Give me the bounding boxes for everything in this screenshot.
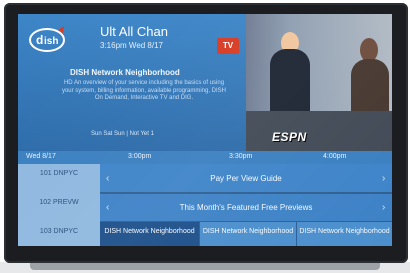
program-cell-selected[interactable]: DISH Network Neighborhood: [100, 222, 199, 246]
picture-in-picture-preview: ESPN: [246, 14, 392, 151]
guide-time-3: 4:00pm: [323, 153, 347, 160]
chevron-right-icon: ›: [382, 202, 386, 213]
chevron-left-icon: ‹: [106, 173, 110, 184]
chevron-right-icon: ›: [382, 173, 386, 184]
chevron-left-icon: ‹: [106, 202, 110, 213]
news-desk: [246, 111, 392, 151]
program-info-panel: d ish Ult All Chan 3:16pm Wed 8/17 TV DI…: [18, 14, 246, 151]
guide-row-pay-per-view[interactable]: 101 DNPYC Pay Per View Guide ‹ ›: [18, 164, 392, 193]
guide-time-1: 3:00pm: [128, 153, 152, 160]
guide-row-free-previews[interactable]: 102 PREVW This Month's Featured Free Pre…: [18, 193, 392, 222]
current-time: 3:16pm Wed 8/17: [100, 41, 164, 50]
tv-rating-badge: TV: [217, 38, 239, 54]
guide-time-header: Wed 8/17 3:00pm 3:30pm 4:00pm: [18, 151, 392, 164]
program-schedule-line: Sun Sat Sun | Not Yet 1: [91, 131, 154, 137]
anchor-left: [270, 49, 310, 119]
channel-label: 102 PREVW: [18, 193, 100, 222]
guide-date: Wed 8/17: [26, 153, 56, 160]
guide-row-neighborhood[interactable]: 103 DNPYC DISH Network Neighborhood DISH…: [18, 222, 392, 246]
svg-text:ish: ish: [44, 36, 58, 47]
program-cell[interactable]: DISH Network Neighborhood: [296, 222, 392, 246]
channel-label: 101 DNPYC: [18, 164, 100, 193]
program-cell[interactable]: DISH Network Neighborhood: [199, 222, 296, 246]
program-cell-free-previews[interactable]: This Month's Featured Free Previews: [100, 193, 392, 222]
tv-screen: d ish Ult All Chan 3:16pm Wed 8/17 TV DI…: [18, 14, 392, 246]
program-description: HD An overview of your service including…: [61, 80, 227, 101]
guide-time-2: 3:30pm: [229, 153, 253, 160]
svg-text:d: d: [36, 33, 43, 47]
channel-label: 103 DNPYC: [18, 222, 100, 246]
program-title: DISH Network Neighborhood: [70, 68, 180, 77]
program-cell-pay-per-view-guide[interactable]: Pay Per View Guide: [100, 164, 392, 193]
espn-logo: ESPN: [272, 130, 307, 144]
television: d ish Ult All Chan 3:16pm Wed 8/17 TV DI…: [0, 0, 410, 273]
dish-logo-icon: d ish: [29, 26, 65, 52]
channel-name: Ult All Chan: [100, 24, 168, 39]
